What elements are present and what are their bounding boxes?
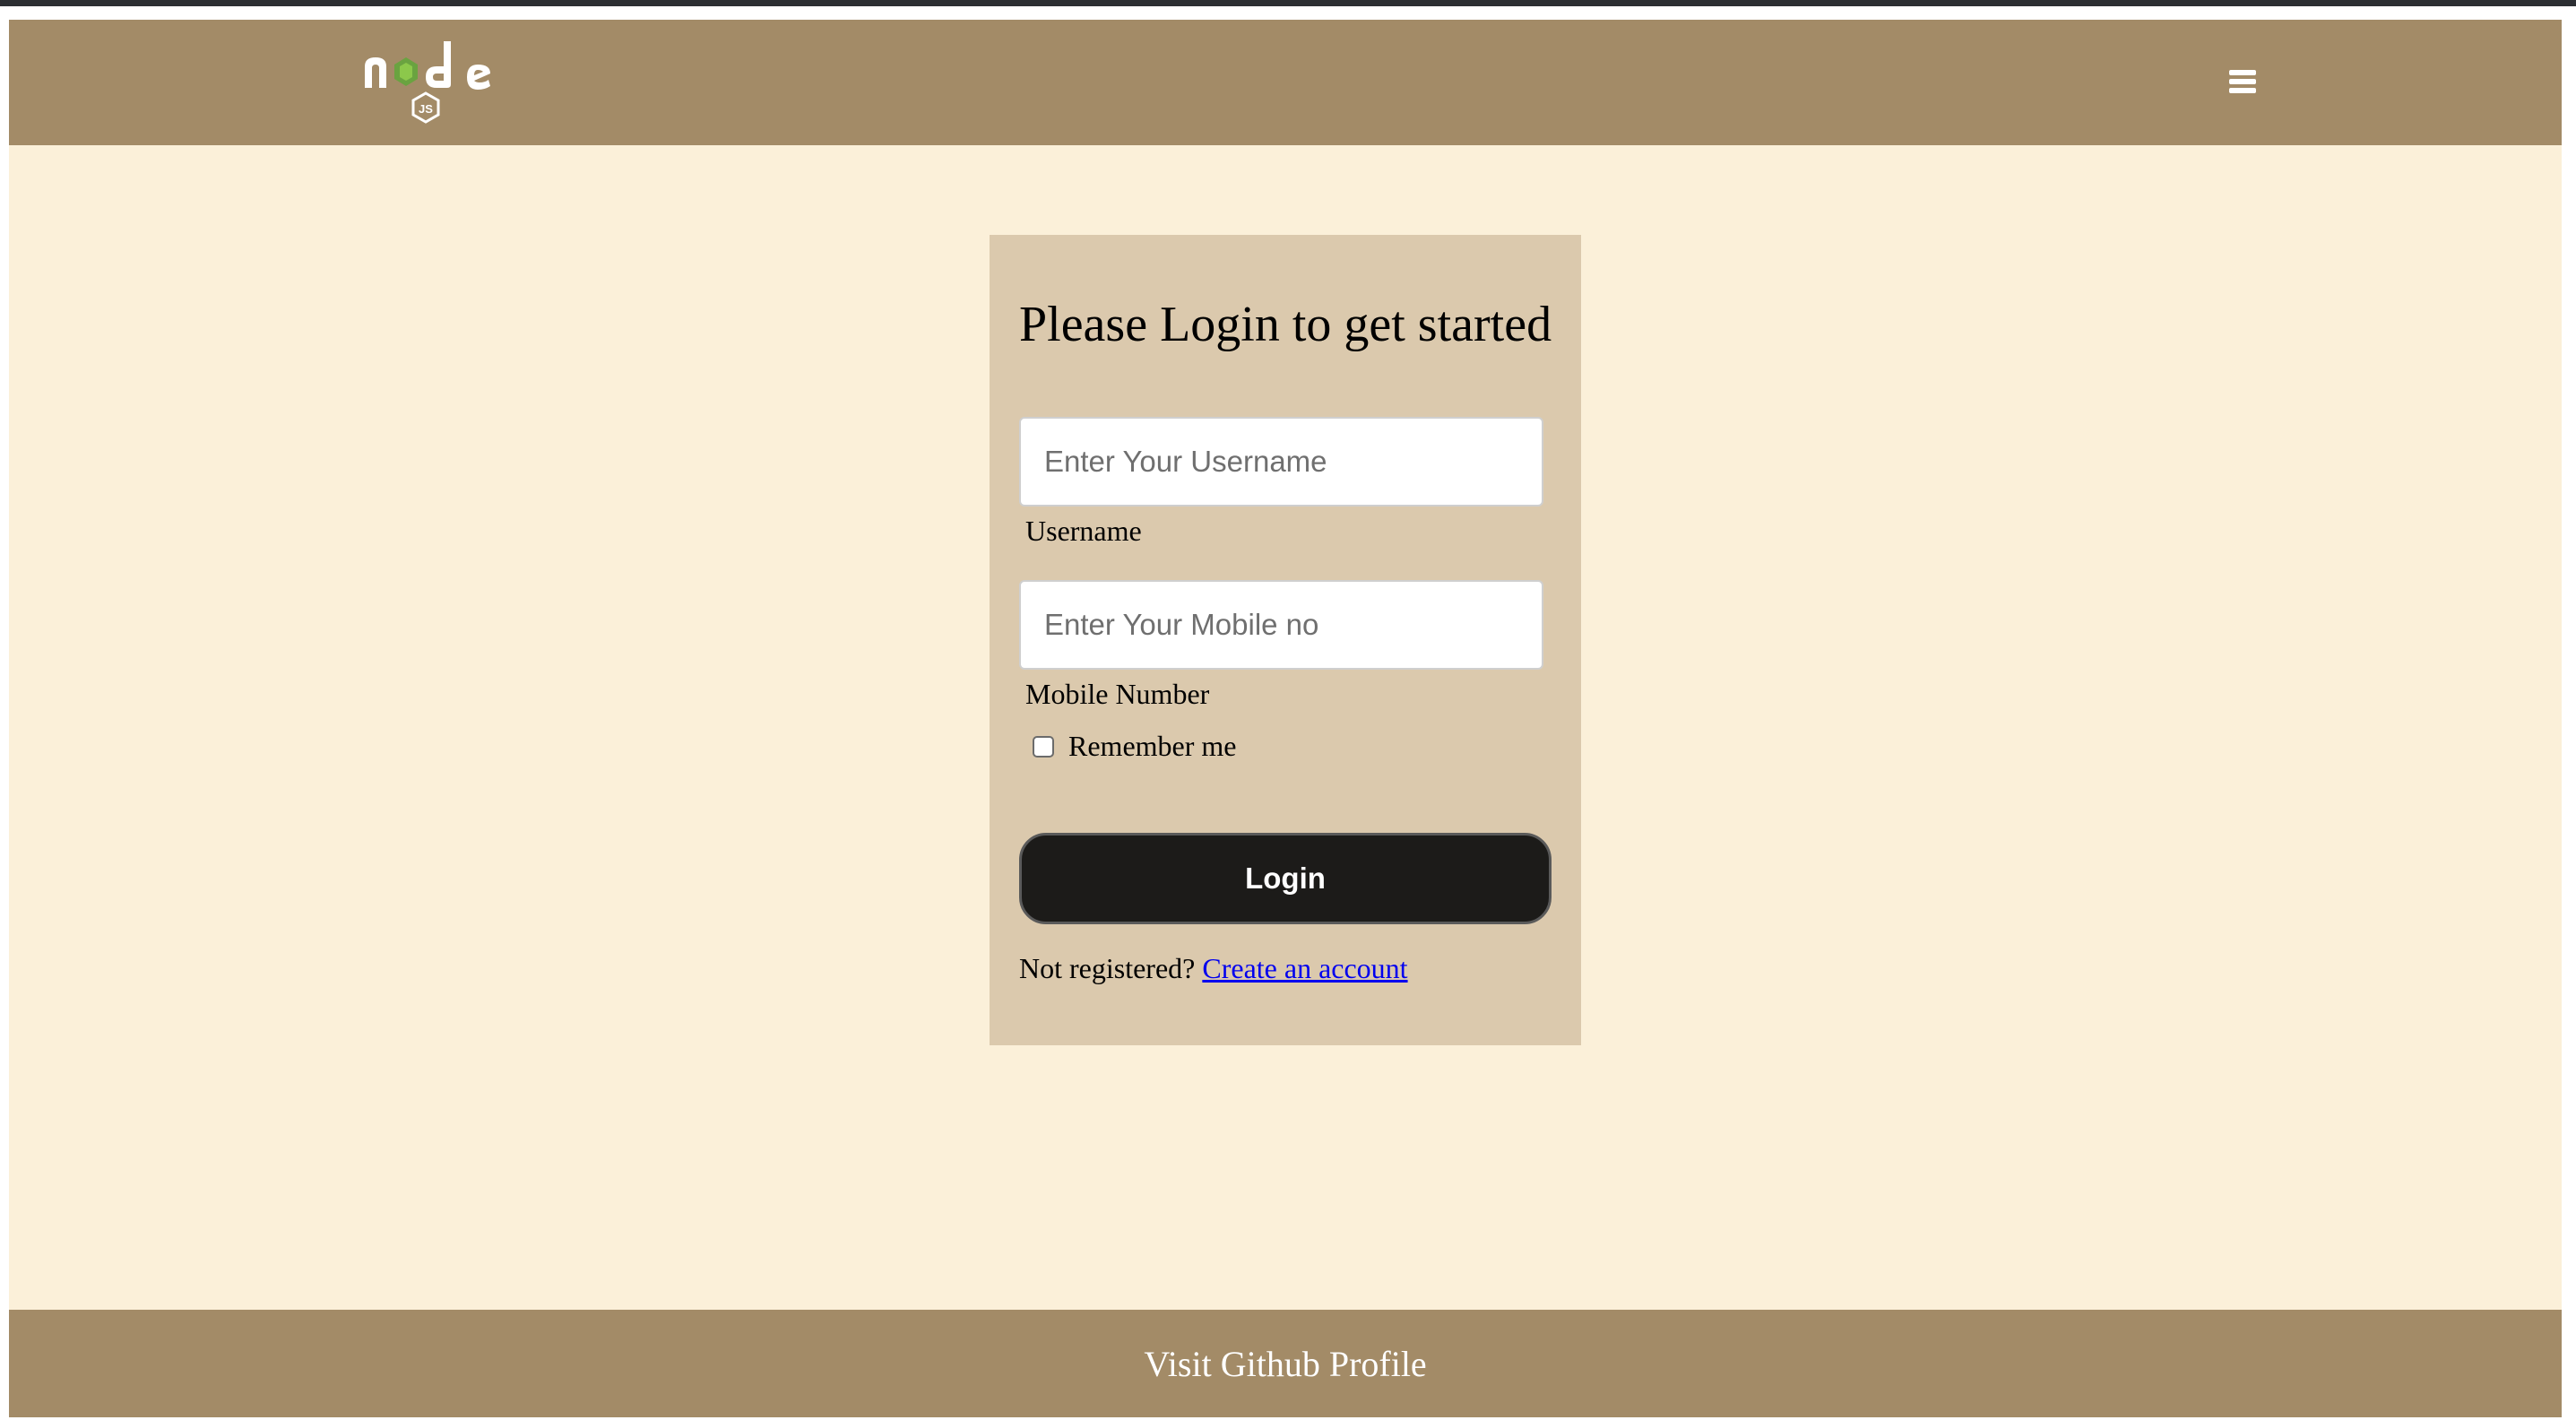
mobile-number-input[interactable] — [1019, 580, 1543, 670]
svg-text:JS: JS — [419, 102, 433, 116]
site-footer: Visit Github Profile — [9, 1310, 2562, 1417]
remember-me-row[interactable]: Remember me — [1033, 730, 1236, 763]
menu-bar-line — [2229, 70, 2256, 75]
remember-me-checkbox[interactable] — [1033, 735, 1054, 758]
username-label: Username — [1025, 515, 1142, 547]
signup-prompt: Not registered? Create an account — [1019, 952, 1408, 985]
create-account-link[interactable]: Create an account — [1202, 952, 1407, 984]
window-top-bar — [0, 0, 2576, 6]
site-header: JS — [9, 20, 2562, 145]
signup-prompt-text: Not registered? — [1019, 952, 1196, 984]
hamburger-menu-icon[interactable] — [2221, 59, 2266, 104]
menu-bar-line — [2229, 79, 2256, 84]
login-button[interactable]: Login — [1019, 833, 1552, 924]
nodejs-logo-icon: JS — [365, 41, 490, 124]
username-input[interactable] — [1019, 417, 1543, 507]
login-title: Please Login to get started — [1019, 297, 1552, 352]
nodejs-logo[interactable]: JS — [361, 38, 496, 136]
github-profile-link[interactable]: Visit Github Profile — [1144, 1343, 1426, 1385]
page: JS Please Login to get started Username … — [9, 20, 2562, 1417]
mobile-number-label: Mobile Number — [1025, 678, 1210, 710]
login-card: Please Login to get started Username Mob… — [990, 235, 1581, 1045]
menu-bar-line — [2229, 88, 2256, 93]
remember-me-label[interactable]: Remember me — [1068, 730, 1236, 763]
